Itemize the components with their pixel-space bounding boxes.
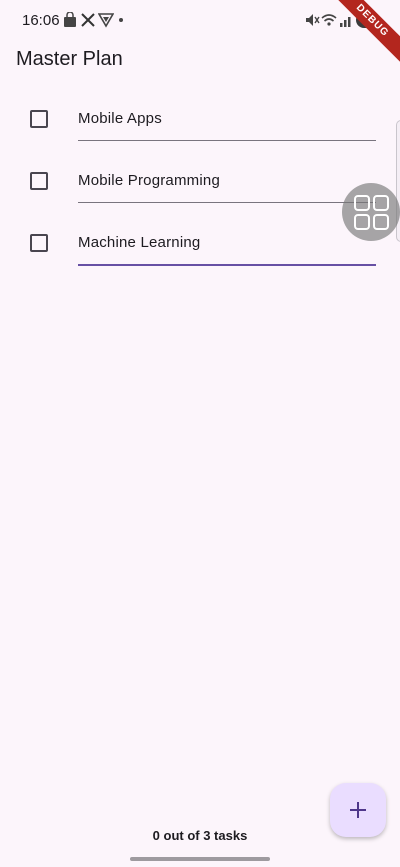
task-text-field[interactable]: Machine Learning (78, 234, 200, 251)
shopping-bag-icon (64, 12, 76, 27)
plus-icon (350, 802, 366, 818)
task-text-field[interactable]: Mobile Apps (78, 110, 162, 127)
task-summary: 0 out of 3 tasks (152, 828, 248, 843)
status-time: 16:06 (22, 12, 60, 29)
grid-icon (354, 195, 370, 211)
task-checkbox[interactable] (30, 172, 48, 190)
list-item: Machine Learning (0, 212, 400, 274)
list-item: Mobile Programming (0, 150, 400, 212)
task-checkbox[interactable] (30, 110, 48, 128)
home-indicator[interactable] (130, 857, 270, 861)
wifi-icon (321, 14, 337, 26)
text-field-underline-focused (78, 264, 376, 266)
task-text-field[interactable]: Mobile Programming (78, 172, 220, 189)
grid-icon (373, 214, 389, 230)
text-field-underline (78, 140, 376, 141)
text-field-underline (78, 202, 376, 203)
signal-icon (340, 17, 351, 27)
page-title: Master Plan (16, 48, 123, 70)
list-item: Mobile Apps (0, 88, 400, 150)
notification-dot (119, 18, 123, 22)
mute-icon (306, 14, 320, 26)
status-bar: 16:06 59 (0, 0, 400, 40)
x-icon (81, 13, 95, 27)
task-checkbox[interactable] (30, 234, 48, 252)
grid-icon (373, 195, 389, 211)
grid-icon (354, 214, 370, 230)
vpn-triangle-icon (98, 13, 114, 28)
assistive-menu-button[interactable] (342, 183, 400, 241)
